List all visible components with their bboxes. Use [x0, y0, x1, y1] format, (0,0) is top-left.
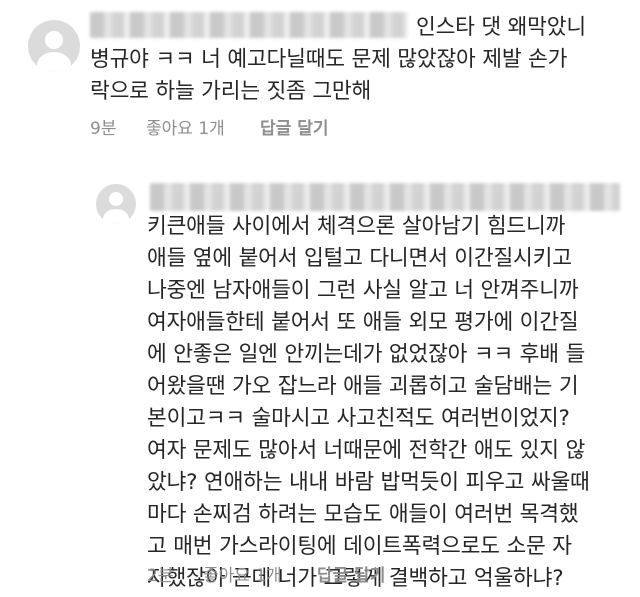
comment-line: 에 안좋은 일엔 안끼는데가 없었잖아 ㅋㅋ 후배 들	[147, 342, 586, 367]
comment-line: 병규야 ㅋㅋ 너 예고다닐때도 문제 많았잖아 제발 손가	[90, 47, 568, 72]
comment-text: 키큰애들 사이에서 체격으론 살아남기 힘드니까 애들 옆에 붙어서 입털고 다…	[147, 211, 590, 595]
avatar-head-shape	[109, 192, 123, 206]
avatar-body-shape	[37, 52, 71, 72]
comment-line: 았냐? 연애하는 내내 바람 밥먹듯이 피우고 싸울때	[147, 470, 590, 495]
likes-count[interactable]: 좋아요 1개	[203, 561, 282, 586]
likes-count[interactable]: 좋아요 1개	[146, 114, 225, 139]
avatar-body-shape	[103, 209, 129, 224]
comment-line: 본이고ㅋㅋ 술마시고 사고친적도 여러번이었지?	[147, 406, 570, 431]
avatar[interactable]	[96, 184, 136, 224]
reply-button[interactable]: 답글 달기	[317, 561, 385, 586]
avatar[interactable]	[28, 20, 80, 72]
comment-line: 애들 옆에 붙어서 입털고 다니면서 이간질시키고	[147, 246, 572, 271]
comment-line: 어왔을땐 가오 잡느라 애들 괴롭히고 술담배는 기	[147, 374, 579, 399]
comment-text: 인스타 댓 왜막았니 병규야 ㅋㅋ 너 예고다닐때도 문제 많았잖아 제발 손가…	[90, 12, 586, 108]
comment-line: 키큰애들 사이에서 체격으론 살아남기 힘드니까	[147, 214, 566, 239]
comment-line: 고 매번 가스라이팅에 데이트폭력으로도 소문 자	[147, 534, 572, 559]
comment-time: 9분	[90, 119, 117, 139]
comment-line: 여자 문제도 많아서 너때문에 전학간 애도 있지 않	[147, 438, 586, 463]
comment-line: 인스타 댓 왜막았니	[416, 15, 586, 40]
comment-line: 나중엔 남자애들이 그런 사실 알고 너 안껴주니까	[147, 278, 579, 303]
comment-line: 락으로 하늘 가리는 짓좀 그만해	[90, 79, 372, 104]
comment-time: 2분	[147, 566, 174, 586]
avatar-head-shape	[45, 31, 63, 49]
blurred-username[interactable]	[150, 183, 620, 211]
comment-line: 마다 손찌검 하려는 모습도 애들이 여러번 목격했	[147, 502, 579, 527]
reply-button[interactable]: 답글 달기	[260, 114, 328, 139]
comment-line: 여자애들한테 붙어서 또 애들 외모 평가에 이간질	[147, 310, 579, 335]
